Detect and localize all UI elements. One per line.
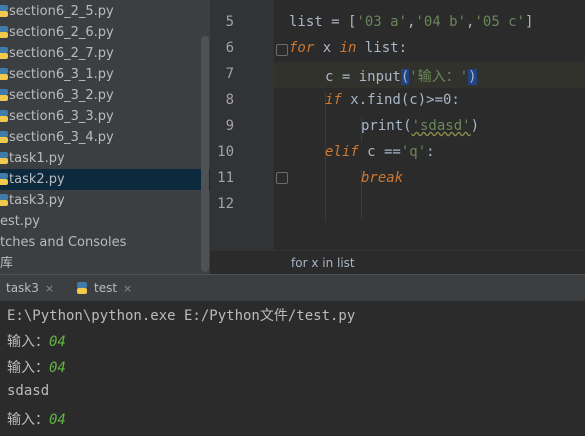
sidebar-scrollbar[interactable] [201, 36, 209, 272]
tab-label: test [94, 281, 118, 295]
tree-item-label: section6_2_7.py [9, 46, 114, 61]
code-token: c = input [325, 69, 401, 85]
tree-item-label: est.py [0, 214, 40, 229]
code-string: '输入：' [409, 69, 469, 85]
run-console[interactable]: E:\Python\python.exe E:/Python文件/test.py… [0, 301, 585, 436]
console-command: E:\Python\python.exe E:/Python文件/test.py [7, 308, 356, 324]
console-input: 04 [49, 334, 66, 350]
code-keyword: elif [325, 144, 359, 160]
line-number: 10 [217, 144, 234, 160]
tree-item-label: task2.py [9, 172, 65, 187]
python-file-icon [0, 173, 8, 185]
console-prompt: 输入： [7, 334, 49, 350]
python-file-icon [0, 194, 8, 206]
code-editor[interactable]: 5 6 7 8 9 10 11 12 list = ['03 a','04 b'… [210, 0, 585, 274]
tree-item-label: section6_3_2.py [9, 88, 114, 103]
code-token: ) [470, 118, 480, 134]
line-number: 12 [217, 196, 234, 212]
line-number: 11 [217, 170, 234, 186]
code-token: : [426, 144, 435, 160]
console-prompt: 输入： [7, 360, 49, 376]
python-file-icon [0, 68, 8, 80]
tab-test[interactable]: test × [74, 275, 132, 301]
tree-item-label: section6_3_4.py [9, 130, 114, 145]
console-prompt: 输入： [7, 412, 49, 428]
code-string: '05 c' [474, 14, 526, 30]
project-tree: section6_2_5.py section6_2_6.py section6… [0, 0, 210, 274]
python-file-icon [0, 5, 8, 17]
editor-gutter: 5 6 7 8 9 10 11 12 [210, 0, 288, 250]
tab-label: task3 [6, 281, 39, 295]
code-token: list = [ [289, 14, 357, 30]
code-token: x.find(c)>=0: [341, 92, 460, 108]
python-file-icon [0, 152, 8, 164]
python-file-icon [77, 282, 87, 294]
run-tab-bar: task3 × test × [0, 274, 585, 302]
close-icon[interactable]: × [45, 282, 54, 295]
code-token: print( [361, 118, 412, 134]
line-number: 6 [225, 40, 234, 56]
tree-item-label: section6_3_3.py [9, 109, 114, 124]
code-string: 'sdasd' [411, 118, 471, 134]
python-file-icon [0, 89, 8, 101]
console-input: 04 [49, 412, 66, 428]
tree-item-label: task1.py [9, 151, 65, 166]
code-keyword: if [325, 92, 342, 108]
breadcrumb[interactable]: for x in list [210, 250, 585, 274]
line-number: 7 [225, 66, 234, 82]
matched-bracket: ) [468, 69, 477, 85]
code-line-6: for x in list: [289, 40, 407, 56]
tree-item-label: 库 [0, 256, 14, 271]
fold-marker-icon[interactable] [276, 44, 288, 56]
breadcrumb-label: for x in list [291, 256, 355, 270]
console-line: 输入：04 [7, 409, 66, 429]
line-number: 5 [225, 14, 234, 30]
code-line-11: break [361, 170, 403, 186]
code-string: '04 b' [415, 14, 467, 30]
tree-item-label: task3.py [9, 193, 65, 208]
tree-item-label: tches and Consoles [0, 235, 127, 250]
tree-item-label: section6_2_5.py [9, 4, 114, 19]
code-line-7: c = input('输入：') [325, 66, 477, 86]
tree-item-file-selected[interactable]: task2.py [0, 169, 210, 190]
line-number: 9 [225, 118, 234, 134]
code-line-10: elif c =='q': [325, 144, 435, 160]
code-line-8: if x.find(c)>=0: [325, 92, 460, 108]
code-keyword: break [361, 170, 404, 186]
python-file-icon [0, 110, 8, 122]
code-keyword: in [339, 40, 357, 56]
tree-item-label: section6_2_6.py [9, 25, 114, 40]
line-number: 8 [225, 92, 234, 108]
python-file-icon [0, 47, 8, 59]
python-file-icon [0, 131, 8, 143]
code-token: list: [356, 40, 408, 56]
console-input: 04 [49, 360, 66, 376]
python-file-icon [0, 26, 8, 38]
close-icon[interactable]: × [123, 282, 132, 295]
code-token: ] [525, 14, 534, 30]
console-line: 输入：04 [7, 331, 66, 351]
code-line-5: list = ['03 a','04 b','05 c'] [289, 14, 533, 30]
code-line-9: print('sdasd') [361, 118, 479, 134]
code-token: c == [358, 144, 401, 160]
console-line: 输入：04 [7, 357, 66, 377]
tab-task3[interactable]: task3 × [6, 275, 54, 301]
code-string: '03 a' [356, 14, 408, 30]
code-token: x [314, 40, 340, 56]
console-line: sdasd [7, 383, 50, 399]
fold-end-marker-icon[interactable] [276, 172, 288, 184]
tree-item-label: section6_3_1.py [9, 67, 114, 82]
code-string: 'q' [400, 144, 427, 160]
code-keyword: for [289, 40, 315, 56]
